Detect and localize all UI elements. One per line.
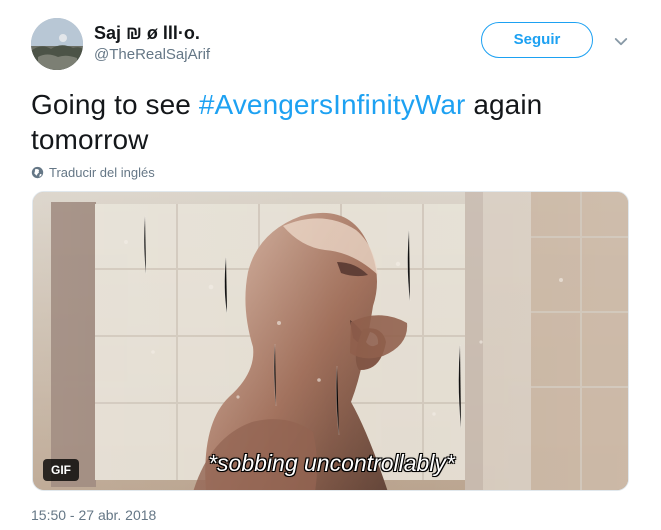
user-handle[interactable]: @TheRealSajArif [94, 45, 434, 65]
tweet-text-before: Going to see [31, 89, 199, 120]
hashtag-link[interactable]: #AvengersInfinityWar [199, 89, 466, 120]
translate-label[interactable]: Traducir del inglés [49, 165, 155, 180]
gif-media[interactable]: GIF *sobbing uncontrollably* [32, 191, 629, 491]
tweet-timestamp[interactable]: 15:50 - 27 abr. 2018 [31, 506, 156, 524]
avatar[interactable] [31, 18, 83, 70]
tweet-card: Saj ₪ ø lll·o. @TheRealSajArif Seguir Go… [0, 0, 661, 530]
gif-caption: *sobbing uncontrollably* [208, 450, 455, 476]
user-info: Saj ₪ ø lll·o. @TheRealSajArif [94, 22, 434, 65]
display-name[interactable]: Saj ₪ ø lll·o. [94, 22, 434, 44]
chevron-down-icon[interactable] [612, 33, 630, 51]
translate-link[interactable]: Traducir del inglés [31, 163, 155, 181]
tweet-header: Saj ₪ ø lll·o. @TheRealSajArif Seguir [31, 18, 631, 74]
tweet-text: Going to see #AvengersInfinityWar again … [31, 87, 591, 157]
follow-button[interactable]: Seguir [481, 22, 593, 58]
globe-icon [31, 166, 44, 178]
